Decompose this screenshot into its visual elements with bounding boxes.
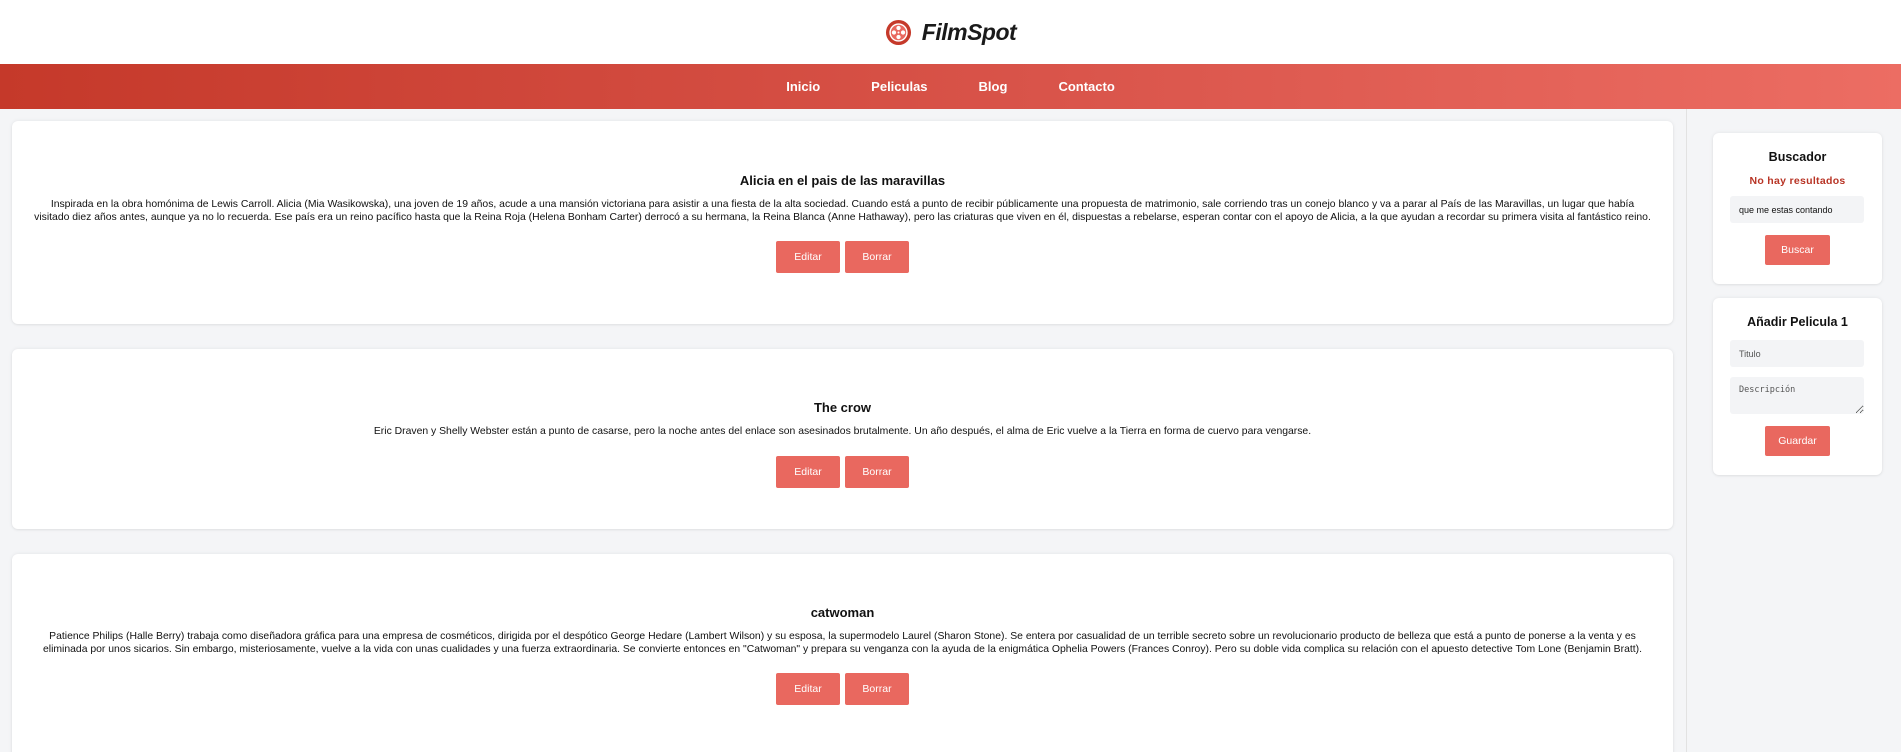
film-card: The crow Eric Draven y Shelly Webster es… (12, 349, 1673, 529)
search-widget-title: Buscador (1768, 150, 1827, 164)
film-actions: Editar Borrar (12, 455, 1673, 488)
page-layout: Alicia en el pais de las maravillas Insp… (0, 109, 1901, 752)
film-description-textarea[interactable] (1730, 377, 1864, 414)
main-nav: Inicio Peliculas Blog Contacto (0, 64, 1901, 109)
delete-button[interactable]: Borrar (845, 673, 909, 705)
film-description: Inspirada en la obra homónima de Lewis C… (34, 199, 1651, 223)
film-title: Alicia en el pais de las maravillas (739, 173, 946, 188)
film-description: Patience Philips (Halle Berry) trabaja c… (43, 631, 1642, 655)
site-header: FilmSpot (0, 0, 1901, 64)
film-description: Eric Draven y Shelly Webster están a pun… (373, 426, 1312, 437)
search-status: No hay resultados (1749, 175, 1846, 187)
nav-item-blog[interactable]: Blog (979, 79, 1008, 94)
nav-item-contacto[interactable]: Contacto (1058, 79, 1114, 94)
edit-button[interactable]: Editar (776, 455, 840, 488)
delete-button[interactable]: Borrar (845, 455, 909, 488)
films-list: Alicia en el pais de las maravillas Insp… (0, 109, 1686, 752)
film-card: Alicia en el pais de las maravillas Insp… (12, 121, 1673, 324)
film-reel-icon (885, 19, 911, 45)
search-input[interactable] (1730, 196, 1864, 223)
search-widget: Buscador No hay resultados Buscar (1713, 133, 1882, 284)
nav-item-peliculas[interactable]: Peliculas (871, 79, 927, 94)
logo[interactable]: FilmSpot (885, 18, 1017, 46)
film-title-input[interactable] (1730, 340, 1864, 367)
add-film-widget: Añadir Pelicula 1 Guardar (1713, 298, 1882, 475)
nav-item-inicio[interactable]: Inicio (786, 79, 820, 94)
sidebar: Buscador No hay resultados Buscar Añadir… (1686, 109, 1901, 752)
edit-button[interactable]: Editar (776, 673, 840, 705)
search-button[interactable]: Buscar (1765, 235, 1830, 265)
film-card: catwoman Patience Philips (Halle Berry) … (12, 554, 1673, 752)
delete-button[interactable]: Borrar (845, 241, 909, 273)
film-actions: Editar Borrar (12, 673, 1673, 705)
brand-name: FilmSpot (921, 18, 1017, 45)
film-title: The crow (813, 400, 872, 415)
save-button[interactable]: Guardar (1765, 426, 1830, 456)
add-film-title: Añadir Pelicula 1 (1747, 315, 1848, 329)
edit-button[interactable]: Editar (776, 241, 840, 273)
film-title: catwoman (810, 605, 875, 620)
film-actions: Editar Borrar (12, 241, 1673, 273)
